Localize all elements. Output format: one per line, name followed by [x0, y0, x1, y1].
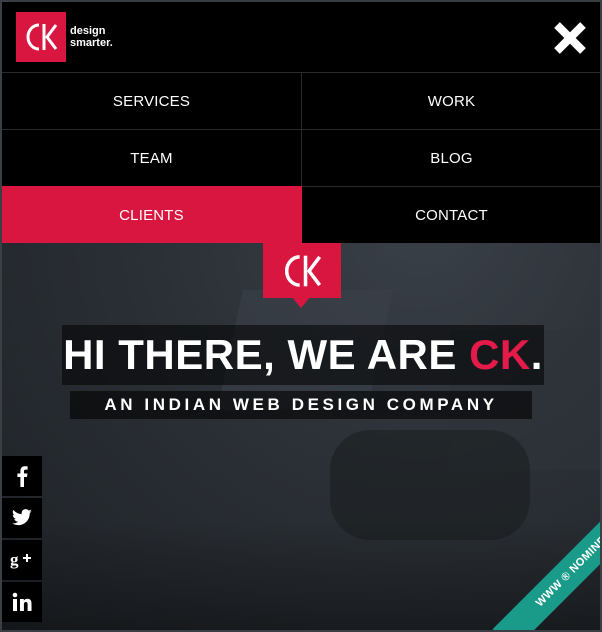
nav-item-work[interactable]: WORK — [302, 72, 602, 129]
logo[interactable]: design smarter. — [16, 12, 113, 62]
headline-prefix: HI THERE, WE ARE — [63, 331, 470, 378]
nav-item-clients[interactable]: CLIENTS — [2, 186, 302, 243]
hero-subline: AN INDIAN WEB DESIGN COMPANY — [70, 391, 532, 419]
header: design smarter. — [0, 0, 602, 72]
twitter-icon — [12, 509, 32, 526]
nav-item-team[interactable]: TEAM — [2, 129, 302, 186]
ck-logo-icon — [285, 254, 322, 287]
main-navigation: SERVICES WORK TEAM BLOG CLIENTS CONTACT — [2, 72, 602, 243]
logo-line-1: design — [70, 25, 106, 37]
google-plus-link[interactable]: g — [2, 540, 42, 580]
hero-headline: HI THERE, WE ARE CK. — [62, 325, 544, 385]
nominee-label: WWW ® NOMINEE — [533, 528, 602, 610]
headline-suffix: . — [530, 331, 543, 378]
nominee-ribbon[interactable]: WWW ® NOMINEE — [462, 492, 602, 632]
ck-logo-icon — [26, 23, 58, 51]
linkedin-link[interactable] — [2, 582, 42, 622]
nav-item-label: CLIENTS — [119, 206, 184, 224]
close-menu-button[interactable] — [552, 20, 588, 56]
linkedin-icon — [12, 592, 32, 611]
nominee-ribbon-band: WWW ® NOMINEE — [492, 492, 602, 632]
nav-item-label: CONTACT — [415, 206, 488, 224]
nav-item-label: WORK — [427, 92, 476, 110]
close-icon — [554, 22, 586, 54]
nav-item-contact[interactable]: CONTACT — [302, 186, 602, 243]
nav-item-label: SERVICES — [112, 92, 191, 110]
subline-text: AN INDIAN WEB DESIGN COMPANY — [104, 395, 498, 414]
google-plus-icon: g — [10, 550, 31, 569]
nav-item-label: BLOG — [430, 149, 473, 167]
twitter-link[interactable] — [2, 498, 42, 538]
logo-mark — [16, 12, 66, 62]
logo-line-2: smarter. — [70, 37, 113, 49]
nav-item-label: TEAM — [130, 149, 173, 167]
social-links: g — [2, 456, 42, 624]
headline-accent: CK — [469, 331, 531, 378]
facebook-link[interactable] — [2, 456, 42, 496]
nav-item-blog[interactable]: BLOG — [302, 129, 602, 186]
facebook-icon — [17, 466, 28, 487]
ck-badge — [263, 243, 341, 298]
nav-item-services[interactable]: SERVICES — [2, 72, 302, 129]
svg-text:g: g — [10, 550, 19, 569]
logo-text: design smarter. — [70, 25, 113, 49]
badge-pointer — [291, 296, 311, 308]
